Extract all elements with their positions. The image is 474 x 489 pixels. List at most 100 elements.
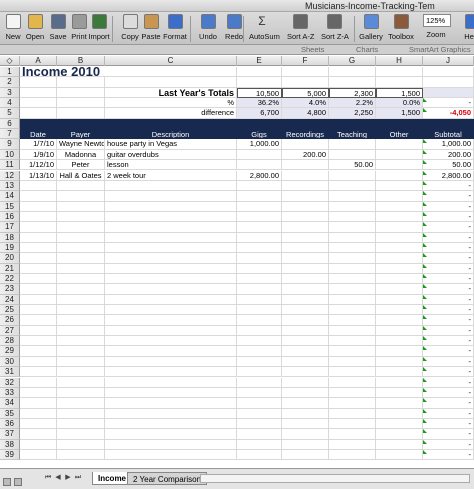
cell[interactable] [329, 253, 376, 264]
cell[interactable] [20, 118, 57, 130]
entry-recordings[interactable] [282, 160, 329, 171]
prev-sheet-icon[interactable]: ◀ [54, 473, 62, 482]
entry-payer[interactable]: Madonna [57, 149, 105, 161]
cell[interactable] [329, 77, 376, 88]
cell[interactable] [237, 367, 282, 378]
cell[interactable] [237, 253, 282, 264]
row-header[interactable]: 18 [0, 232, 20, 243]
summary-value[interactable]: 0.0% [376, 98, 423, 109]
cell[interactable] [237, 429, 282, 440]
cell[interactable] [57, 387, 105, 399]
cell[interactable] [105, 408, 237, 419]
row-header[interactable]: 31 [0, 367, 20, 378]
cell[interactable] [57, 429, 105, 440]
cell[interactable] [282, 356, 329, 368]
entry-other[interactable] [376, 160, 423, 171]
cell[interactable] [105, 263, 237, 274]
summary-label[interactable]: Last Year's Totals [105, 87, 237, 99]
cell[interactable] [376, 284, 423, 295]
cell[interactable] [237, 294, 282, 306]
cell[interactable] [376, 398, 423, 409]
cell[interactable] [20, 253, 57, 264]
entry-subtotal[interactable]: - [423, 284, 474, 295]
column-title[interactable]: Date [20, 129, 57, 140]
cell[interactable] [329, 315, 376, 326]
row-header[interactable]: 1 [0, 67, 20, 78]
cell[interactable] [329, 387, 376, 399]
cell[interactable] [105, 211, 237, 223]
cell[interactable] [329, 367, 376, 378]
entry-subtotal[interactable]: 1,000.00 [423, 139, 474, 150]
cell[interactable] [329, 336, 376, 347]
toolbar-help-button[interactable]: Help [459, 14, 474, 44]
cell[interactable] [376, 336, 423, 347]
cell[interactable] [237, 336, 282, 347]
cell[interactable] [237, 398, 282, 409]
cell[interactable] [329, 118, 376, 130]
entry-gigs[interactable] [237, 160, 282, 171]
zoom-input[interactable]: 125% [423, 14, 451, 27]
cell[interactable] [237, 418, 282, 430]
cell[interactable] [237, 284, 282, 295]
cell[interactable] [105, 222, 237, 233]
cell[interactable] [376, 439, 423, 450]
entry-teaching[interactable]: 50.00 [329, 160, 376, 171]
cell[interactable] [329, 398, 376, 409]
cell[interactable] [282, 398, 329, 409]
row-header[interactable]: 22 [0, 274, 20, 285]
entry-subtotal[interactable]: - [423, 387, 474, 399]
entry-subtotal[interactable]: - [423, 315, 474, 326]
column-header-e[interactable]: E [237, 56, 282, 66]
cell[interactable] [20, 232, 57, 243]
cell[interactable] [20, 284, 57, 295]
entry-subtotal[interactable]: - [423, 398, 474, 409]
cell[interactable] [329, 294, 376, 306]
entry-other[interactable] [376, 149, 423, 161]
cell[interactable] [329, 232, 376, 243]
cell[interactable] [20, 449, 57, 461]
cell[interactable] [57, 408, 105, 419]
cell[interactable] [57, 449, 105, 461]
summary-value[interactable]: 10,500 [237, 87, 282, 99]
summary-j[interactable]: - [423, 98, 474, 109]
entry-subtotal[interactable]: - [423, 377, 474, 388]
cell[interactable] [329, 408, 376, 419]
cell[interactable] [20, 346, 57, 357]
row-header[interactable]: 6 [0, 118, 20, 130]
cell[interactable] [329, 67, 376, 78]
entry-subtotal[interactable]: - [423, 191, 474, 202]
normal-view-icon[interactable] [3, 478, 11, 486]
toolbar-paste-button[interactable]: Paste [138, 14, 164, 44]
cell[interactable] [329, 356, 376, 368]
cell[interactable] [237, 305, 282, 316]
cell[interactable] [20, 429, 57, 440]
cell[interactable] [20, 336, 57, 347]
cell[interactable] [57, 180, 105, 192]
cell[interactable] [57, 346, 105, 357]
column-title[interactable]: Payer [57, 129, 105, 140]
row-header[interactable]: 11 [0, 160, 20, 171]
cell[interactable] [20, 398, 57, 409]
cell[interactable] [376, 449, 423, 461]
cell[interactable] [105, 274, 237, 285]
cell[interactable] [20, 367, 57, 378]
entry-gigs[interactable]: 1,000.00 [237, 139, 282, 150]
cell[interactable] [237, 449, 282, 461]
horizontal-scrollbar[interactable] [200, 474, 470, 483]
cell[interactable] [105, 294, 237, 306]
entry-subtotal[interactable]: 2,800.00 [423, 170, 474, 181]
cell[interactable] [20, 201, 57, 212]
cell[interactable] [20, 294, 57, 306]
column-title[interactable]: Recordings [282, 129, 329, 140]
cell[interactable] [376, 201, 423, 212]
summary-value[interactable]: 6,700 [237, 108, 282, 119]
entry-teaching[interactable] [329, 139, 376, 150]
cell[interactable] [282, 325, 329, 337]
cell[interactable] [282, 294, 329, 306]
row-header[interactable]: 14 [0, 191, 20, 202]
cell[interactable] [105, 191, 237, 202]
cell[interactable] [329, 418, 376, 430]
column-header-j[interactable]: J [423, 56, 474, 66]
row-header[interactable]: 24 [0, 294, 20, 306]
summary-value[interactable]: 1,500 [376, 87, 423, 99]
